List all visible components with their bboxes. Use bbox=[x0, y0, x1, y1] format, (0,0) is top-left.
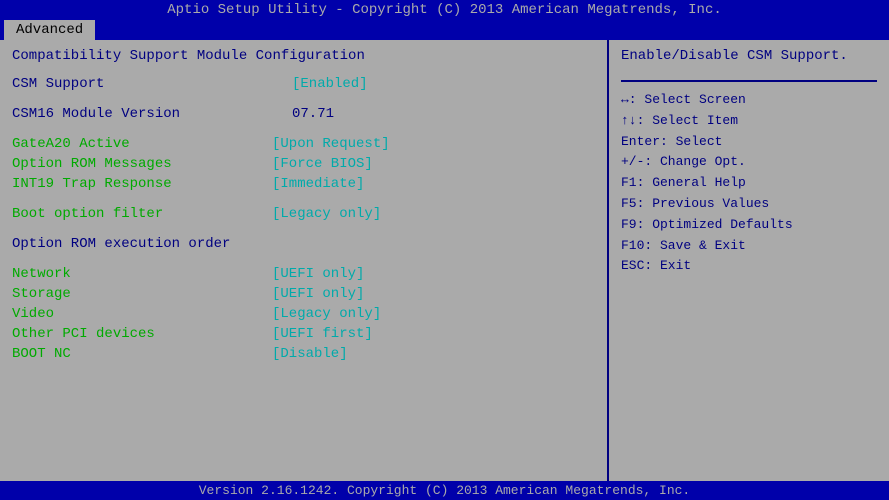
key-esc: ESC: Exit bbox=[621, 256, 877, 277]
value-boot-nc: [Disable] bbox=[272, 346, 348, 362]
row-network: Network [UEFI only] bbox=[12, 266, 595, 282]
key-select-item: ↑↓: Select Item bbox=[621, 111, 877, 132]
value-boot-option-filter: [Legacy only] bbox=[272, 206, 381, 222]
label-network: Network bbox=[12, 266, 272, 282]
value-csm16-version: 07.71 bbox=[292, 106, 334, 122]
row-storage: Storage [UEFI only] bbox=[12, 286, 595, 302]
label-storage: Storage bbox=[12, 286, 272, 302]
tab-row: Advanced bbox=[0, 20, 889, 40]
key-f10: F10: Save & Exit bbox=[621, 236, 877, 257]
row-int19: INT19 Trap Response [Immediate] bbox=[12, 176, 595, 192]
label-option-rom-order: Option ROM execution order bbox=[12, 236, 272, 252]
label-csm16-version: CSM16 Module Version bbox=[12, 106, 272, 122]
value-video: [Legacy only] bbox=[272, 306, 381, 322]
row-boot-nc: BOOT NC [Disable] bbox=[12, 346, 595, 362]
value-storage: [UEFI only] bbox=[272, 286, 364, 302]
row-video: Video [Legacy only] bbox=[12, 306, 595, 322]
status-text: Version 2.16.1242. Copyright (C) 2013 Am… bbox=[199, 483, 690, 498]
key-help: ↔: Select Screen ↑↓: Select Item Enter: … bbox=[621, 90, 877, 277]
section-title: Compatibility Support Module Configurati… bbox=[12, 48, 595, 64]
value-csm-support: [Enabled] bbox=[292, 76, 368, 92]
left-panel: Compatibility Support Module Configurati… bbox=[0, 40, 609, 481]
title-bar: Aptio Setup Utility - Copyright (C) 2013… bbox=[0, 0, 889, 20]
label-int19: INT19 Trap Response bbox=[12, 176, 272, 192]
value-int19: [Immediate] bbox=[272, 176, 364, 192]
label-video: Video bbox=[12, 306, 272, 322]
status-bar: Version 2.16.1242. Copyright (C) 2013 Am… bbox=[0, 481, 889, 500]
label-other-pci: Other PCI devices bbox=[12, 326, 272, 342]
divider bbox=[621, 80, 877, 82]
row-option-rom-order: Option ROM execution order bbox=[12, 236, 595, 252]
row-csm-support: CSM Support [Enabled] bbox=[12, 76, 595, 92]
title-text: Aptio Setup Utility - Copyright (C) 2013… bbox=[167, 2, 722, 18]
label-csm-support: CSM Support bbox=[12, 76, 272, 92]
row-option-rom-msg: Option ROM Messages [Force BIOS] bbox=[12, 156, 595, 172]
key-select-screen: ↔: Select Screen bbox=[621, 90, 877, 111]
value-network: [UEFI only] bbox=[272, 266, 364, 282]
label-boot-option-filter: Boot option filter bbox=[12, 206, 272, 222]
key-f9: F9: Optimized Defaults bbox=[621, 215, 877, 236]
row-gatea20: GateA20 Active [Upon Request] bbox=[12, 136, 595, 152]
value-gatea20: [Upon Request] bbox=[272, 136, 390, 152]
label-option-rom-msg: Option ROM Messages bbox=[12, 156, 272, 172]
key-enter: Enter: Select bbox=[621, 132, 877, 153]
app: Aptio Setup Utility - Copyright (C) 2013… bbox=[0, 0, 889, 500]
value-other-pci: [UEFI first] bbox=[272, 326, 373, 342]
key-f1: F1: General Help bbox=[621, 173, 877, 194]
label-boot-nc: BOOT NC bbox=[12, 346, 272, 362]
row-boot-option-filter: Boot option filter [Legacy only] bbox=[12, 206, 595, 222]
label-gatea20: GateA20 Active bbox=[12, 136, 272, 152]
right-panel: Enable/Disable CSM Support. ↔: Select Sc… bbox=[609, 40, 889, 481]
help-text: Enable/Disable CSM Support. bbox=[621, 48, 877, 64]
value-option-rom-msg: [Force BIOS] bbox=[272, 156, 373, 172]
row-other-pci: Other PCI devices [UEFI first] bbox=[12, 326, 595, 342]
key-change-opt: +/-: Change Opt. bbox=[621, 152, 877, 173]
key-f5: F5: Previous Values bbox=[621, 194, 877, 215]
tab-advanced[interactable]: Advanced bbox=[4, 20, 95, 40]
row-csm16-version: CSM16 Module Version 07.71 bbox=[12, 106, 595, 122]
main-content: Compatibility Support Module Configurati… bbox=[0, 40, 889, 481]
